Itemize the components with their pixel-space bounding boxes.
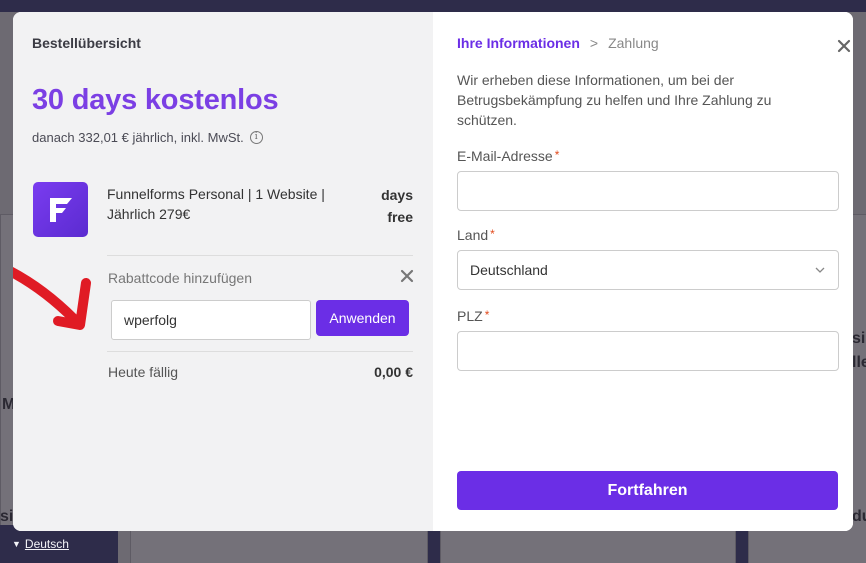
checkout-form-panel: Ihre Informationen > Zahlung Wir erheben… — [433, 12, 853, 531]
email-label: E-Mail-Adresse * — [457, 148, 559, 164]
price-line: danach 332,01 € jährlich, inkl. MwSt. i — [32, 130, 263, 145]
language-label: Deutsch — [24, 537, 69, 551]
zip-label: PLZ * — [457, 308, 489, 324]
country-select-value: Deutschland — [470, 262, 548, 278]
due-today-value: 0,00 € — [374, 364, 413, 380]
coupon-input[interactable] — [111, 300, 311, 340]
funnelforms-logo-icon — [33, 182, 88, 237]
divider — [107, 351, 413, 352]
background-text-fragment: si — [0, 508, 14, 525]
email-field[interactable] — [457, 171, 839, 211]
country-select[interactable]: Deutschland — [457, 250, 839, 290]
checkout-modal: Bestellübersicht 30 days kostenlos danac… — [13, 12, 853, 531]
trial-headline: 30 days kostenlos — [32, 84, 279, 116]
zip-field[interactable] — [457, 331, 839, 371]
product-name: Funnelforms Personal | 1 Website | Jährl… — [107, 186, 325, 222]
background-text-fragment: lle — [852, 354, 866, 371]
country-label: Land * — [457, 227, 495, 243]
summary-title: Bestellübersicht — [32, 35, 141, 51]
product-price: days free — [381, 184, 413, 228]
info-icon[interactable]: i — [249, 131, 263, 144]
required-mark: * — [484, 308, 490, 322]
background-text-fragment: du — [852, 508, 866, 525]
product-price-line: free — [387, 209, 413, 225]
zip-label-text: PLZ — [457, 308, 483, 324]
chevron-down-icon — [815, 267, 825, 273]
country-label-text: Land — [457, 227, 489, 243]
coupon-close-icon[interactable] — [399, 268, 415, 284]
caret-down-icon: ▼ — [12, 539, 21, 549]
coupon-label: Rabattcode hinzufügen — [108, 270, 252, 286]
breadcrumb: Ihre Informationen > Zahlung — [457, 35, 659, 51]
background-text-fragment: si — [852, 330, 866, 347]
breadcrumb-separator: > — [589, 35, 599, 51]
order-summary-panel: Bestellübersicht 30 days kostenlos danac… — [13, 12, 433, 531]
required-mark: * — [490, 227, 495, 241]
due-today-label: Heute fällig — [108, 364, 179, 380]
language-switcher[interactable]: ▼ Deutsch — [12, 537, 69, 551]
email-label-text: E-Mail-Adresse — [457, 148, 553, 164]
annotation-arrow-icon — [13, 267, 91, 330]
intro-text: Wir erheben diese Informationen, um bei … — [457, 72, 772, 128]
product-price-line: days — [381, 187, 413, 203]
breadcrumb-step-payment[interactable]: Zahlung — [608, 35, 659, 51]
breadcrumb-step-info[interactable]: Ihre Informationen — [457, 35, 580, 51]
required-mark: * — [554, 148, 560, 162]
background-topbar — [0, 0, 866, 12]
continue-button[interactable]: Fortfahren — [457, 471, 838, 510]
apply-coupon-button[interactable]: Anwenden — [316, 300, 409, 336]
close-icon[interactable] — [837, 39, 851, 53]
price-line-text: danach 332,01 € jährlich, inkl. MwSt. — [32, 130, 244, 145]
divider — [107, 255, 413, 256]
